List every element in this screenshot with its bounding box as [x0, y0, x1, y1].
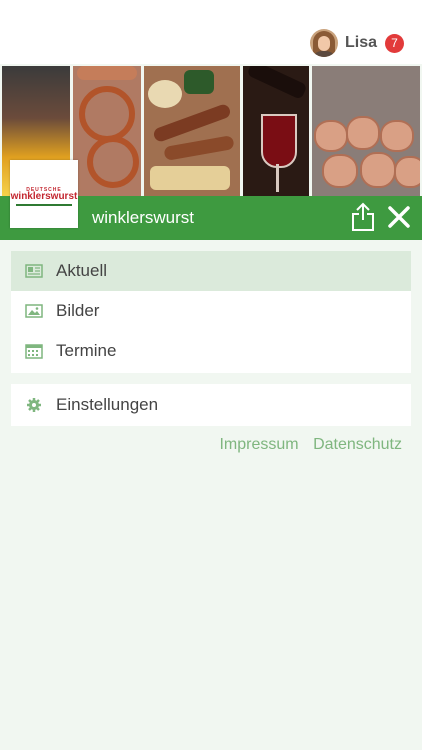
channel-title: winklerswurst: [92, 208, 195, 227]
main-menu: Aktuell Bilder Termine: [11, 251, 411, 373]
menu-item-label: Termine: [56, 341, 117, 360]
top-bar: Lisa 7: [0, 0, 422, 64]
impressum-link[interactable]: Impressum: [219, 436, 298, 453]
banner-photo-wine: [243, 66, 309, 196]
datenschutz-link[interactable]: Datenschutz: [313, 436, 402, 453]
menu-item-label: Einstellungen: [56, 395, 159, 414]
notification-badge[interactable]: 7: [385, 33, 404, 53]
newspaper-icon: [25, 264, 43, 278]
share-icon[interactable]: [350, 202, 376, 232]
username[interactable]: Lisa: [345, 34, 377, 52]
calendar-icon: [25, 344, 43, 359]
footer-links: Impressum Datenschutz: [209, 436, 402, 454]
user-menu[interactable]: Lisa 7: [309, 29, 404, 57]
menu-item-termine[interactable]: Termine: [11, 331, 411, 371]
menu-item-label: Aktuell: [56, 261, 108, 280]
menu-item-label: Bilder: [56, 301, 100, 320]
banner-photo-grill: [312, 66, 420, 196]
menu-item-einstellungen[interactable]: Einstellungen: [11, 384, 411, 426]
menu-item-bilder[interactable]: Bilder: [11, 291, 411, 331]
avatar[interactable]: [309, 29, 338, 57]
gear-icon: [27, 398, 41, 412]
settings-menu: Einstellungen: [11, 384, 411, 426]
image-icon: [25, 304, 43, 318]
brand-logo: DEUTSCHE winklerswurst: [10, 160, 78, 228]
banner-photo-sausages: [144, 66, 240, 196]
banner-photo-pretzel: [73, 66, 141, 196]
close-icon[interactable]: [386, 204, 412, 230]
menu-item-aktuell[interactable]: Aktuell: [11, 251, 411, 291]
